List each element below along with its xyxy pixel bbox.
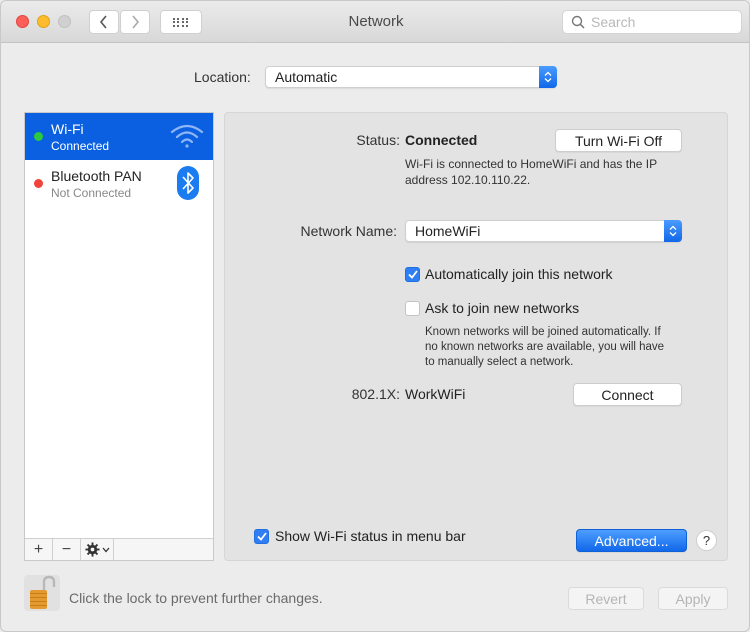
ask-join-checkbox[interactable] <box>405 301 420 316</box>
chevron-down-icon <box>102 547 109 552</box>
minimize-window-button[interactable] <box>37 15 50 28</box>
grid-icon <box>172 17 190 27</box>
status-label: Status: <box>356 132 400 148</box>
ask-join-help-line2: no known networks are available, you wil… <box>425 341 665 353</box>
dot1x-label: 802.1X: <box>351 386 400 402</box>
location-value: Automatic <box>275 69 338 85</box>
checkmark-icon <box>407 270 418 279</box>
auto-join-checkbox[interactable] <box>405 267 420 282</box>
show-status-checkbox[interactable] <box>254 529 269 544</box>
checkmark-icon <box>256 532 267 541</box>
service-status: Connected <box>51 139 110 153</box>
remove-service-button[interactable]: − <box>53 539 81 560</box>
ask-join-label[interactable]: Ask to join new networks <box>425 300 579 316</box>
turn-wifi-off-button[interactable]: Turn Wi-Fi Off <box>555 129 682 152</box>
status-dot-not-connected <box>34 179 43 188</box>
search-field[interactable] <box>562 10 742 34</box>
service-list-toolbar: + − <box>25 538 213 560</box>
status-description-line1: Wi-Fi is connected to HomeWiFi and has t… <box>405 157 658 171</box>
search-input[interactable] <box>591 14 731 30</box>
add-service-button[interactable]: + <box>25 539 53 560</box>
network-preferences-window: Network Location: Automatic Wi-Fi Connec… <box>0 0 750 632</box>
status-description-line2: address 102.10.110.22. <box>405 173 531 187</box>
ask-join-help-line1: Known networks will be joined automatica… <box>425 326 661 338</box>
zoom-window-button[interactable] <box>58 15 71 28</box>
service-list: Wi-Fi Connected Bluetooth PAN Not Connec… <box>24 112 214 561</box>
service-actions-button[interactable] <box>81 539 114 560</box>
apply-button[interactable]: Apply <box>658 587 728 610</box>
status-value: Connected <box>405 132 478 148</box>
network-name-label: Network Name: <box>300 223 397 239</box>
ask-join-help-line3: to manually select a network. <box>425 356 574 368</box>
chevron-right-icon <box>132 15 140 29</box>
location-label: Location: <box>194 69 251 85</box>
wifi-icon <box>170 124 204 148</box>
revert-button[interactable]: Revert <box>568 587 644 610</box>
service-item-wifi[interactable]: Wi-Fi Connected <box>25 113 213 160</box>
help-button[interactable]: ? <box>696 530 717 551</box>
dot1x-value: WorkWiFi <box>405 386 466 402</box>
chevron-left-icon <box>99 15 107 29</box>
plus-icon: + <box>33 540 44 558</box>
title-bar: Network <box>1 1 749 43</box>
lock-button[interactable] <box>24 575 60 611</box>
popup-stepper-icon <box>664 220 682 242</box>
location-popup[interactable]: Automatic <box>265 66 557 88</box>
network-name-popup[interactable]: HomeWiFi <box>405 220 682 242</box>
minus-icon: − <box>61 540 72 558</box>
service-status: Not Connected <box>51 186 132 200</box>
status-dot-connected <box>34 132 43 141</box>
lock-message: Click the lock to prevent further change… <box>69 590 323 606</box>
service-detail-panel: Status: Connected Turn Wi-Fi Off Wi-Fi i… <box>224 112 728 561</box>
show-status-label[interactable]: Show Wi-Fi status in menu bar <box>275 528 466 544</box>
gear-icon <box>84 542 100 557</box>
network-name-value: HomeWiFi <box>415 223 481 239</box>
search-icon <box>571 15 585 29</box>
popup-stepper-icon <box>539 66 557 88</box>
back-button[interactable] <box>89 10 119 34</box>
unlocked-padlock-icon <box>30 575 56 609</box>
bluetooth-icon <box>177 166 199 200</box>
service-item-bluetooth-pan[interactable]: Bluetooth PAN Not Connected <box>25 160 213 207</box>
service-name: Wi-Fi <box>51 121 84 137</box>
auto-join-label[interactable]: Automatically join this network <box>425 266 613 282</box>
advanced-button[interactable]: Advanced... <box>576 529 687 552</box>
service-name: Bluetooth PAN <box>51 168 142 184</box>
close-window-button[interactable] <box>16 15 29 28</box>
show-all-button[interactable] <box>160 10 202 34</box>
forward-button[interactable] <box>120 10 150 34</box>
connect-button[interactable]: Connect <box>573 383 682 406</box>
